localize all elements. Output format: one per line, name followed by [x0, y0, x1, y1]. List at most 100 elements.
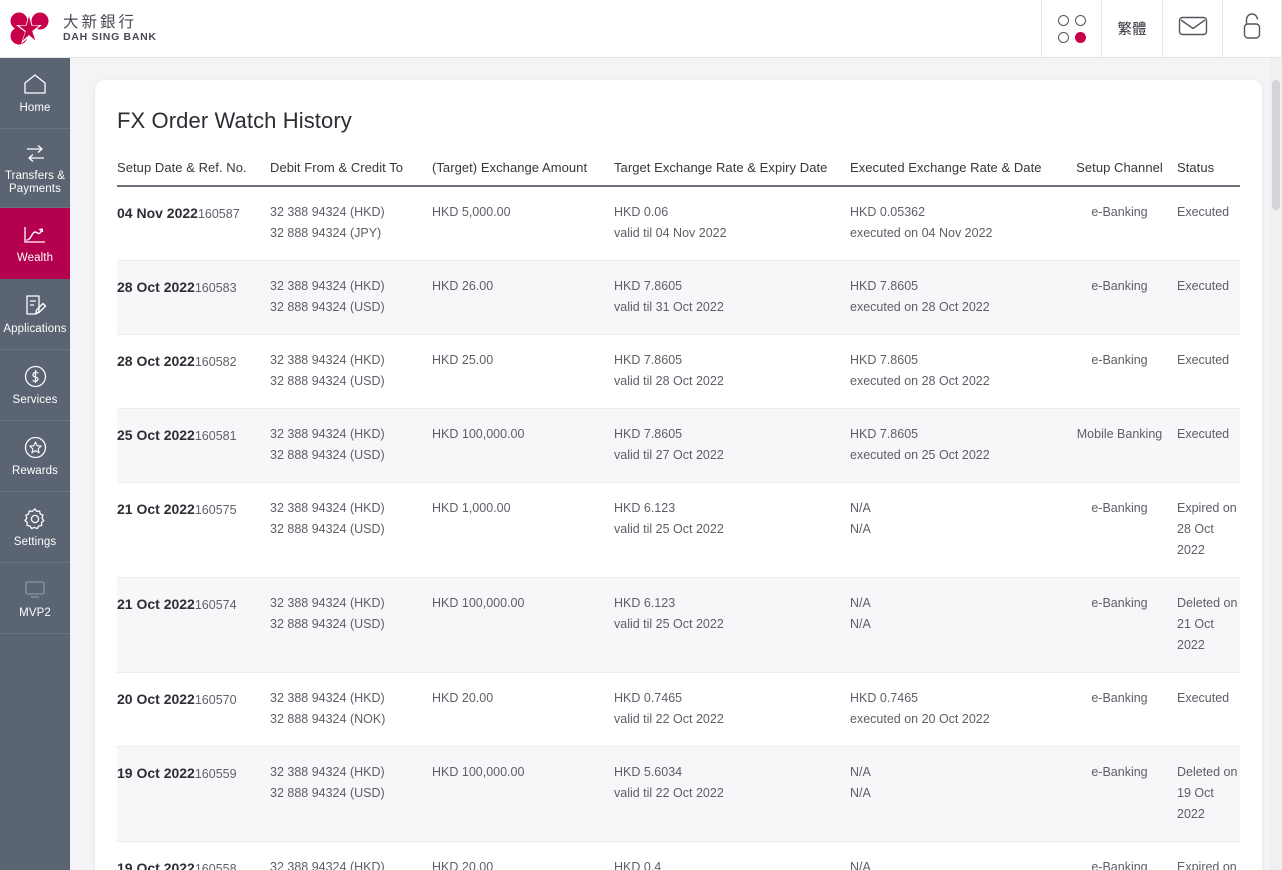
sidebar-item-transfers-payments-label: Transfers & Payments: [4, 170, 66, 195]
cell-debit-credit: 32 388 94324 (HKD) 32 888 94324 (USD): [270, 762, 432, 804]
form-pencil-icon: [23, 293, 47, 319]
exchange-amount: HKD 20.00: [432, 860, 494, 870]
ref-no: 160575: [194, 503, 237, 517]
page-title: FX Order Watch History: [117, 108, 352, 133]
cell-debit-credit: 32 388 94324 (HKD)32 888 94324 (ZAR): [270, 857, 432, 870]
credit-to: 32 888 94324 (JPY): [270, 226, 382, 240]
sidebar-item-home[interactable]: Home: [0, 58, 70, 129]
cell-exchange-amount: HKD 100,000.00: [432, 593, 614, 614]
cell-status: Expired on 28 Oct 2022: [1177, 498, 1239, 561]
cell-setup-date-ref: 28 Oct 2022160583: [117, 276, 270, 299]
column-header-exchange-amount: (Target) Exchange Amount: [432, 160, 588, 175]
sidebar-item-mvp2[interactable]: MVP2: [0, 563, 70, 634]
ref-no: 160583: [194, 281, 237, 295]
target-rate: HKD 6.123: [614, 501, 676, 515]
status-badge: Deleted on 19 Oct 2022: [1177, 765, 1238, 821]
cell-target-rate-expiry: HKD 6.123 valid til 25 Oct 2022: [614, 593, 850, 635]
cell-target-rate-expiry: HKD 7.8605 valid til 27 Oct 2022: [614, 424, 850, 466]
setup-date: 19 Oct 2022: [117, 765, 195, 781]
cell-executed-rate-date: HKD 0.05362 executed on 04 Nov 2022: [850, 202, 1062, 244]
credit-to: 32 888 94324 (USD): [270, 786, 385, 800]
sidebar-item-wealth-label: Wealth: [16, 251, 54, 264]
expiry-date: valid til 25 Oct 2022: [614, 617, 724, 631]
target-rate: HKD 6.123: [614, 596, 676, 610]
cell-exchange-amount: HKD 26.00: [432, 276, 614, 297]
sidebar-item-services[interactable]: Services: [0, 350, 70, 421]
status-badge: Executed: [1177, 691, 1230, 705]
setup-date: 21 Oct 2022: [117, 596, 195, 612]
exchange-amount: HKD 5,000.00: [432, 205, 511, 219]
cell-target-rate-expiry: HKD 7.8605 valid til 31 Oct 2022: [614, 276, 850, 318]
cell-target-rate-expiry: HKD 0.4valid til 22 Oct 2022: [614, 857, 850, 870]
header-actions: 繁體: [1041, 0, 1282, 57]
expiry-date: valid til 22 Oct 2022: [614, 786, 724, 800]
messages-button[interactable]: [1162, 0, 1222, 57]
target-rate: HKD 7.8605: [614, 353, 683, 367]
cell-executed-rate-date: N/A N/A: [850, 593, 1062, 635]
credit-to: 32 888 94324 (USD): [270, 522, 385, 536]
expiry-date: valid til 25 Oct 2022: [614, 522, 724, 536]
language-toggle-button[interactable]: 繁體: [1101, 0, 1162, 57]
target-rate: HKD 5.6034: [614, 765, 683, 779]
cell-setup-channel: e-Banking: [1062, 276, 1177, 297]
credit-to: 32 888 94324 (USD): [270, 617, 385, 631]
cell-setup-channel: e-Banking: [1062, 202, 1177, 223]
setup-date: 25 Oct 2022: [117, 427, 195, 443]
star-circle-icon: [24, 435, 47, 461]
page-scrollbar[interactable]: [1270, 58, 1282, 870]
cell-target-rate-expiry: HKD 6.123 valid til 25 Oct 2022: [614, 498, 850, 540]
cell-exchange-amount: HKD 5,000.00: [432, 202, 614, 223]
table-row[interactable]: 28 Oct 2022160583 32 388 94324 (HKD) 32 88…: [117, 261, 1240, 335]
sidebar-item-settings[interactable]: Settings: [0, 492, 70, 563]
table-row[interactable]: 25 Oct 2022160581 32 388 94324 (HKD) 32 88…: [117, 409, 1240, 483]
chart-line-icon: [22, 222, 48, 248]
ref-no: 160582: [194, 355, 237, 369]
executed-date: executed on 20 Oct 2022: [850, 712, 990, 726]
sidebar-item-applications[interactable]: Applications: [0, 279, 70, 350]
cell-status: Executed: [1177, 424, 1239, 445]
expiry-date: valid til 22 Oct 2022: [614, 712, 724, 726]
cell-executed-rate-date: N/A N/A: [850, 762, 1062, 804]
table-row[interactable]: 19 Oct 2022160558 32 388 94324 (HKD)32 88…: [117, 842, 1240, 870]
apps-grid-button[interactable]: [1041, 0, 1101, 57]
table-row[interactable]: 20 Oct 2022160570 32 388 94324 (HKD) 32 88…: [117, 673, 1240, 747]
cell-setup-date-ref: 04 Nov 2022160587: [117, 202, 270, 225]
cell-target-rate-expiry: HKD 7.8605 valid til 28 Oct 2022: [614, 350, 850, 392]
status-badge: Executed: [1177, 279, 1230, 293]
column-header-setup-date-ref: Setup Date & Ref. No.: [117, 160, 247, 175]
debit-from: 32 388 94324 (HKD): [270, 427, 385, 441]
executed-rate: N/A: [850, 596, 871, 610]
cell-debit-credit: 32 388 94324 (HKD) 32 888 94324 (USD): [270, 276, 432, 318]
exchange-amount: HKD 25.00: [432, 353, 494, 367]
setup-date: 19 Oct 2022: [117, 860, 195, 870]
cell-setup-channel: e-Banking: [1062, 350, 1177, 371]
cell-target-rate-expiry: HKD 0.06 valid til 04 Nov 2022: [614, 202, 850, 244]
credit-to: 32 888 94324 (USD): [270, 374, 385, 388]
sidebar-item-transfers-payments[interactable]: Transfers & Payments: [0, 129, 70, 208]
table-row[interactable]: 21 Oct 2022160574 32 388 94324 (HKD) 32 88…: [117, 578, 1240, 673]
ref-no: 160558: [194, 862, 237, 870]
status-badge: Expired on 28 Oct 2022: [1177, 501, 1237, 557]
exchange-amount: HKD 26.00: [432, 279, 494, 293]
cell-debit-credit: 32 388 94324 (HKD) 32 888 94324 (USD): [270, 424, 432, 466]
ref-no: 160559: [194, 767, 237, 781]
setup-channel: e-Banking: [1091, 353, 1148, 367]
debit-from: 32 388 94324 (HKD): [270, 501, 385, 515]
gear-icon: [23, 506, 47, 532]
cell-setup-date-ref: 25 Oct 2022160581: [117, 424, 270, 447]
table-row[interactable]: 19 Oct 2022160559 32 388 94324 (HKD) 32 88…: [117, 747, 1240, 842]
table-row[interactable]: 21 Oct 2022160575 32 388 94324 (HKD) 32 88…: [117, 483, 1240, 578]
ref-no: 160587: [197, 207, 240, 221]
table-row[interactable]: 04 Nov 2022160587 32 388 94324 (HKD) 32 88…: [117, 187, 1240, 261]
cell-exchange-amount: HKD 25.00: [432, 350, 614, 371]
executed-rate: HKD 0.7465: [850, 691, 919, 705]
brand-logo[interactable]: 大新銀行 DAH SING BANK: [0, 0, 157, 57]
screen-icon: [24, 577, 46, 603]
executed-rate: HKD 7.8605: [850, 427, 919, 441]
sidebar-item-wealth[interactable]: Wealth: [0, 208, 70, 279]
page-scrollbar-thumb[interactable]: [1272, 80, 1280, 210]
table-row[interactable]: 28 Oct 2022160582 32 388 94324 (HKD) 32 88…: [117, 335, 1240, 409]
sidebar-item-rewards[interactable]: Rewards: [0, 421, 70, 492]
logout-lock-button[interactable]: [1222, 0, 1282, 57]
column-header-executed-rate-date: Executed Exchange Rate & Date: [850, 160, 1042, 175]
